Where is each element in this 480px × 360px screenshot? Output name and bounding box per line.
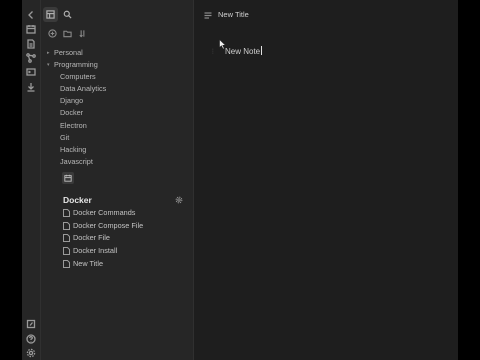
notes-panel-title: Docker — [63, 195, 92, 205]
note-list-item[interactable]: Docker File — [63, 232, 183, 244]
folder-personal[interactable]: ▸ Personal — [47, 47, 187, 59]
new-note-icon[interactable] — [46, 27, 58, 39]
folder-item[interactable]: Docker — [60, 107, 83, 119]
note-title: Docker Install — [73, 246, 118, 255]
file-icon — [63, 209, 70, 217]
gear-icon[interactable] — [174, 195, 184, 205]
note-title: New Title — [73, 259, 104, 268]
file-explorer-actions — [41, 27, 194, 41]
note-list-item[interactable]: New Title — [63, 258, 183, 270]
note-title: Docker Commands — [73, 208, 136, 217]
document-icon[interactable] — [25, 38, 37, 50]
ribbon — [22, 0, 41, 360]
chevron-left-icon[interactable] — [25, 9, 37, 21]
search-icon[interactable] — [60, 7, 75, 22]
terminal-icon[interactable] — [25, 66, 37, 78]
note-title-heading[interactable]: New Title — [218, 10, 249, 19]
new-folder-icon[interactable] — [61, 27, 73, 39]
download-icon[interactable] — [25, 81, 37, 93]
note-title: Docker Compose File — [73, 221, 144, 230]
folder-programming[interactable]: ▾ Programming — [47, 59, 187, 71]
note-list-item[interactable]: Docker Install — [63, 245, 183, 257]
folder-item[interactable]: Electron — [60, 120, 87, 132]
calendar-icon[interactable] — [25, 23, 37, 35]
file-icon — [63, 222, 70, 230]
folder-item[interactable]: Hacking — [60, 144, 86, 156]
folder-item[interactable]: Javascript — [60, 156, 93, 168]
folder-item[interactable]: Git — [60, 132, 69, 144]
file-icon — [63, 247, 70, 255]
note-list-item[interactable]: Docker Commands — [63, 207, 183, 219]
folder-item[interactable]: Computers — [60, 71, 96, 83]
text-caret — [261, 46, 263, 55]
files-icon[interactable] — [43, 7, 58, 22]
file-explorer-sidebar: ▸ Personal ▾ Programming Computers Data … — [41, 0, 194, 360]
editor-pane: New Title ⋮ New Note — [195, 0, 458, 360]
app-window: ▸ Personal ▾ Programming Computers Data … — [22, 0, 458, 360]
vault-icon[interactable] — [25, 318, 37, 330]
drag-handle-icon[interactable]: ⋮ — [210, 48, 216, 55]
editor-content[interactable]: New Note — [225, 46, 263, 56]
editor-header: New Title — [195, 0, 458, 30]
menu-icon[interactable] — [203, 11, 212, 19]
graph-icon[interactable] — [25, 52, 37, 64]
note-title: Docker File — [73, 233, 110, 242]
help-icon[interactable] — [25, 333, 37, 345]
settings-icon[interactable] — [25, 347, 37, 359]
sidebar-tab-bar — [41, 7, 194, 23]
note-list-item[interactable]: Docker Compose File — [63, 220, 183, 232]
file-icon — [63, 260, 70, 268]
folder-item[interactable]: Django — [60, 95, 83, 107]
folder-item[interactable]: Data Analytics — [60, 83, 106, 95]
file-icon — [63, 234, 70, 242]
calendar-icon[interactable] — [62, 172, 74, 184]
folder-label: Programming — [54, 60, 98, 69]
editor-text: New Note — [225, 47, 261, 56]
folder-label: Personal — [54, 48, 83, 57]
sort-icon[interactable] — [76, 27, 88, 39]
